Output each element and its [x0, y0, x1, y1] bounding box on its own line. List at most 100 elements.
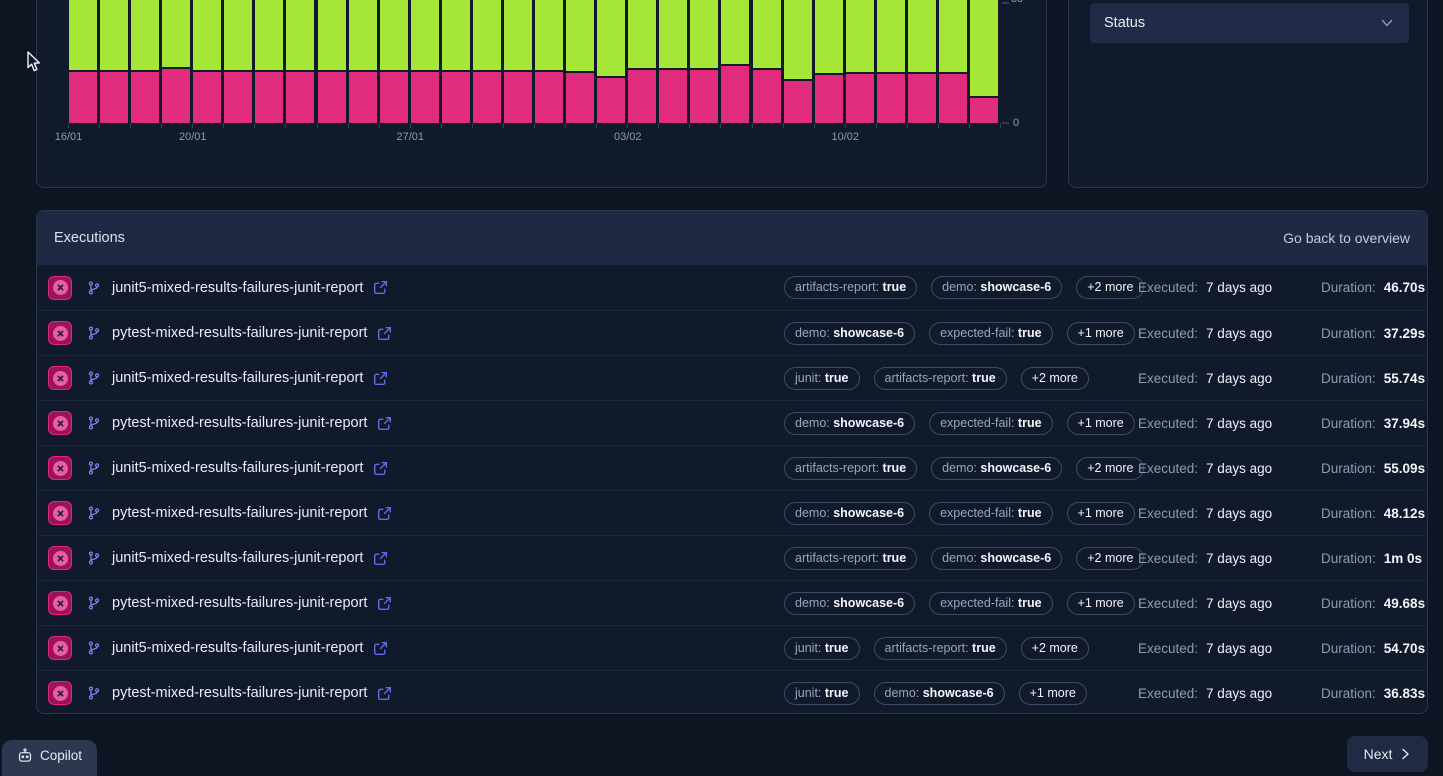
status-failed-icon: [48, 681, 72, 705]
execution-row[interactable]: pytest-mixed-results-failures-junit-repo…: [37, 490, 1427, 535]
execution-duration: Duration: 46.70s: [1321, 265, 1425, 310]
execution-executed: Executed: 7 days ago: [1138, 671, 1272, 714]
x-tick: [472, 123, 473, 128]
chevron-right-icon: [1399, 748, 1411, 760]
go-back-to-overview-link[interactable]: Go back to overview: [1283, 230, 1410, 246]
status-filter-dropdown[interactable]: Status: [1090, 3, 1409, 43]
execution-row-left: pytest-mixed-results-failures-junit-repo…: [48, 311, 392, 355]
execution-name: pytest-mixed-results-failures-junit-repo…: [112, 505, 367, 521]
tag-pill: demo: showcase-6: [784, 412, 915, 435]
tag-pill: demo: showcase-6: [874, 682, 1005, 705]
executed-value: 7 days ago: [1206, 506, 1272, 521]
execution-row[interactable]: junit5-mixed-results-failures-junit-repo…: [37, 355, 1427, 400]
external-link-icon[interactable]: [377, 686, 392, 701]
external-link-icon[interactable]: [377, 506, 392, 521]
duration-value: 46.70s: [1384, 280, 1425, 295]
x-tick: [410, 123, 411, 128]
external-link-icon[interactable]: [377, 326, 392, 341]
duration-value: 37.94s: [1384, 416, 1425, 431]
status-failed-icon: [48, 591, 72, 615]
execution-row[interactable]: pytest-mixed-results-failures-junit-repo…: [37, 400, 1427, 445]
x-tick: [223, 123, 224, 128]
status-failed-icon: [48, 546, 72, 570]
execution-row[interactable]: pytest-mixed-results-failures-junit-repo…: [37, 580, 1427, 625]
executed-value: 7 days ago: [1206, 371, 1272, 386]
execution-name: junit5-mixed-results-failures-junit-repo…: [112, 550, 363, 566]
execution-name: junit5-mixed-results-failures-junit-repo…: [112, 280, 363, 296]
external-link-icon[interactable]: [373, 461, 388, 476]
execution-duration: Duration: 1m 0s: [1321, 536, 1422, 580]
executed-value: 7 days ago: [1206, 461, 1272, 476]
execution-executed: Executed: 7 days ago: [1138, 491, 1272, 535]
status-filter-label: Status: [1104, 15, 1145, 31]
execution-row[interactable]: junit5-mixed-results-failures-junit-repo…: [37, 445, 1427, 490]
external-link-icon[interactable]: [373, 371, 388, 386]
execution-tags: demo: showcase-6expected-fail: true+1 mo…: [784, 581, 1135, 625]
bar-24-01: [318, 0, 346, 123]
external-link-icon[interactable]: [373, 641, 388, 656]
tag-pill: demo: showcase-6: [931, 276, 1062, 299]
bar-20-01: [193, 0, 221, 123]
next-label: Next: [1364, 746, 1393, 762]
tag-pill: demo: showcase-6: [931, 457, 1062, 480]
bar-31-01: [535, 0, 563, 123]
tag-more-pill: +2 more: [1076, 457, 1144, 480]
execution-row[interactable]: junit5-mixed-results-failures-junit-repo…: [37, 535, 1427, 580]
next-page-button[interactable]: Next: [1347, 736, 1428, 772]
x-tick: [627, 123, 628, 128]
copilot-button[interactable]: Copilot: [2, 740, 97, 776]
bar-01-02: [566, 0, 594, 123]
x-tick: [752, 123, 753, 128]
execution-row[interactable]: pytest-mixed-results-failures-junit-repo…: [37, 310, 1427, 355]
duration-label: Duration:: [1321, 596, 1376, 611]
execution-row-left: junit5-mixed-results-failures-junit-repo…: [48, 626, 388, 670]
external-link-icon[interactable]: [377, 416, 392, 431]
execution-row-left: pytest-mixed-results-failures-junit-repo…: [48, 491, 392, 535]
bar-22-01: [255, 0, 283, 123]
execution-row[interactable]: pytest-mixed-results-failures-junit-repo…: [37, 670, 1427, 714]
execution-executed: Executed: 7 days ago: [1138, 626, 1272, 670]
tag-pill: artifacts-report: true: [784, 547, 917, 570]
tag-more-pill: +1 more: [1067, 502, 1135, 525]
executed-label: Executed:: [1138, 416, 1198, 431]
executed-value: 7 days ago: [1206, 280, 1272, 295]
status-failed-icon: [48, 276, 72, 300]
execution-tags: junit: truedemo: showcase-6+1 more: [784, 671, 1087, 714]
execution-name: pytest-mixed-results-failures-junit-repo…: [112, 685, 367, 701]
x-tick: [317, 123, 318, 128]
bar-13-02: [939, 0, 967, 123]
bar-19-01: [162, 0, 190, 123]
tag-more-pill: +2 more: [1021, 637, 1089, 660]
tag-pill: expected-fail: true: [929, 322, 1052, 345]
x-tick-label: 27/01: [397, 131, 425, 143]
bar-18-01: [131, 0, 159, 123]
duration-value: 37.29s: [1384, 326, 1425, 341]
external-link-icon[interactable]: [377, 596, 392, 611]
bar-21-01: [224, 0, 252, 123]
x-tick: [441, 123, 442, 128]
execution-row-left: pytest-mixed-results-failures-junit-repo…: [48, 581, 392, 625]
bar-03-02: [628, 0, 656, 123]
execution-row[interactable]: junit5-mixed-results-failures-junit-repo…: [37, 265, 1427, 310]
copilot-label: Copilot: [40, 748, 82, 763]
tag-pill: artifacts-report: true: [784, 457, 917, 480]
duration-label: Duration:: [1321, 371, 1376, 386]
x-tick: [348, 123, 349, 128]
execution-row-left: junit5-mixed-results-failures-junit-repo…: [48, 446, 388, 490]
executed-value: 7 days ago: [1206, 686, 1272, 701]
execution-row-left: junit5-mixed-results-failures-junit-repo…: [48, 265, 388, 310]
x-tick: [938, 123, 939, 128]
external-link-icon[interactable]: [373, 551, 388, 566]
tag-more-pill: +1 more: [1067, 322, 1135, 345]
x-tick: [658, 123, 659, 128]
tag-pill: junit: true: [784, 682, 860, 705]
tag-pill: junit: true: [784, 367, 860, 390]
x-tick: [1000, 123, 1001, 128]
x-tick: [907, 123, 908, 128]
execution-duration: Duration: 48.12s: [1321, 491, 1425, 535]
external-link-icon[interactable]: [373, 280, 388, 295]
execution-row[interactable]: junit5-mixed-results-failures-junit-repo…: [37, 625, 1427, 670]
execution-name: pytest-mixed-results-failures-junit-repo…: [112, 325, 367, 341]
execution-executed: Executed: 7 days ago: [1138, 265, 1272, 310]
tag-more-pill: +1 more: [1067, 412, 1135, 435]
